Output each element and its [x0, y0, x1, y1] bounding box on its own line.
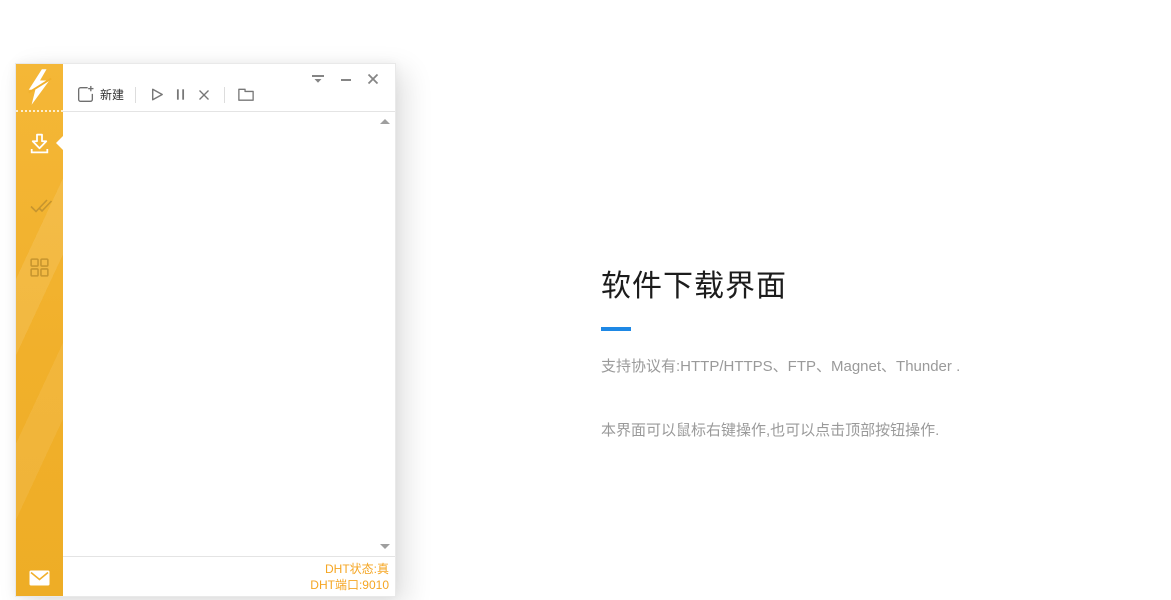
- grid-icon: [28, 256, 51, 279]
- window-controls: [311, 73, 379, 85]
- lightning-bolt-icon: [26, 68, 54, 106]
- scroll-down-arrow[interactable]: [380, 544, 390, 549]
- download-manager-window: 新建 DHT状态:真 DHT端口:9010: [15, 63, 396, 597]
- download-icon: [27, 131, 52, 156]
- scroll-up-arrow[interactable]: [380, 119, 390, 124]
- usage-paragraph: 本界面可以鼠标右键操作,也可以点击顶部按钮操作.: [601, 422, 940, 439]
- sidebar-item-messages[interactable]: [16, 564, 63, 592]
- app-logo: [16, 64, 63, 112]
- title-accent-dash: [601, 327, 631, 331]
- sidebar-item-downloads[interactable]: [16, 112, 63, 174]
- toolbar-separator: [224, 86, 226, 103]
- pause-icon: [172, 85, 189, 104]
- sidebar-item-categories[interactable]: [16, 236, 63, 298]
- toolbar: 新建: [73, 83, 259, 106]
- delete-x-icon: [195, 86, 213, 104]
- close-button[interactable]: [367, 73, 379, 85]
- window-header: 新建: [63, 64, 395, 112]
- delete-task-button[interactable]: [192, 84, 216, 106]
- toolbar-separator: [135, 86, 137, 103]
- collapse-to-tray-button[interactable]: [311, 74, 325, 85]
- double-check-icon: [27, 193, 53, 217]
- folder-icon: [236, 85, 256, 104]
- status-bar: DHT状态:真 DHT端口:9010: [63, 556, 395, 596]
- envelope-icon: [29, 570, 50, 586]
- sidebar: [16, 64, 63, 596]
- start-button[interactable]: [144, 83, 169, 106]
- dht-state-text: DHT状态:真: [325, 562, 389, 576]
- window-main: 新建 DHT状态:真 DHT端口:9010: [63, 64, 395, 596]
- pause-button[interactable]: [169, 83, 192, 106]
- dht-port-text: DHT端口:9010: [310, 578, 389, 592]
- download-list-area[interactable]: [63, 112, 395, 556]
- open-folder-button[interactable]: [233, 83, 259, 106]
- play-icon: [147, 85, 166, 104]
- minimize-button[interactable]: [340, 74, 352, 85]
- new-task-label: 新建: [100, 88, 125, 102]
- doc-section: 软件下载界面 支持协议有:HTTP/HTTPS、FTP、Magnet、Thund…: [601, 261, 1121, 440]
- new-task-button[interactable]: 新建: [73, 83, 127, 106]
- new-file-icon: [76, 85, 95, 104]
- page-title: 软件下载界面: [601, 270, 787, 303]
- sidebar-item-completed[interactable]: [16, 174, 63, 236]
- protocols-paragraph: 支持协议有:HTTP/HTTPS、FTP、Magnet、Thunder .: [601, 358, 961, 375]
